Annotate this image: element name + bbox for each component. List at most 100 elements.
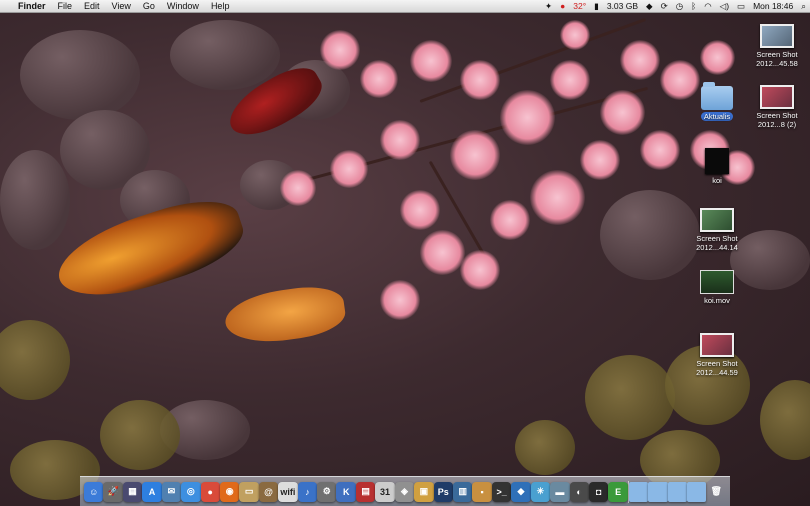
dock-contacts-icon[interactable]: @	[258, 481, 279, 502]
cherry-blossom	[360, 60, 398, 98]
lily-pad	[100, 400, 180, 470]
cherry-blossom	[580, 140, 620, 180]
lily-pad	[585, 355, 675, 440]
desktop-icon-screenshot-4[interactable]: Screen Shot 2012...44.59	[682, 333, 752, 377]
record-indicator-icon[interactable]: ●	[556, 0, 569, 12]
wifi-icon[interactable]: ◠	[700, 0, 715, 12]
menu-edit[interactable]: Edit	[78, 0, 106, 12]
dock-photo-booth-icon[interactable]: ▤	[355, 481, 376, 502]
dock-firefox-icon[interactable]: ◉	[219, 481, 240, 502]
menu-view[interactable]: View	[106, 0, 137, 12]
dock-photo-app-icon[interactable]: ◈	[394, 481, 415, 502]
dock-trash-icon[interactable]: 🗑	[706, 482, 725, 502]
screenshot-thumbnail-icon	[760, 24, 794, 48]
desktop-icon-koi-mov[interactable]: koi.mov	[682, 270, 752, 305]
dock-trash-app-icon[interactable]: ▬	[550, 481, 570, 502]
dock-screen-recorder-icon[interactable]: ◐	[569, 481, 589, 502]
cherry-blossom	[550, 60, 590, 100]
temperature-readout[interactable]: 32°	[569, 0, 590, 12]
spotlight-search-icon[interactable]: ⌕	[797, 0, 810, 12]
dock-archive-icon[interactable]: ▪	[472, 481, 492, 502]
dock-folder-app-icon[interactable]: ▣	[414, 481, 434, 502]
desktop-icon-label: Screen Shot 2012...45.58	[756, 50, 798, 68]
cherry-blossom	[450, 130, 500, 180]
lily-pad	[0, 320, 70, 400]
pond-stone	[0, 150, 70, 250]
time-machine-icon[interactable]: ◷	[672, 0, 687, 12]
bluetooth-icon[interactable]: ᛒ	[687, 0, 700, 12]
dock: ☺ 🚀 ▦ A ✉ ◎ ● ◉ ▭ @ wifi ♪ ⚙ K ▤ 31 ◈ ▣ Ps ▥ ▪ >_ ◆ ✳ ▬ ◐ ◘ E 🗑	[80, 476, 730, 506]
desktop-icon-screenshot-1[interactable]: Screen Shot 2012...45.58	[742, 24, 810, 68]
dock-dropbox-icon[interactable]: ◆	[511, 481, 531, 502]
screenshot-thumbnail-icon	[700, 208, 734, 232]
battery-icon[interactable]: ▭	[733, 0, 749, 12]
dock-app-store-icon[interactable]: A	[142, 481, 162, 502]
cherry-blossom	[490, 200, 530, 240]
cherry-blossom	[460, 250, 500, 290]
dock-chrome-icon[interactable]: ●	[200, 481, 220, 502]
menu-extra-icon[interactable]: ✦	[541, 0, 556, 12]
cherry-blossom	[700, 40, 735, 75]
desktop-icon-label: koi	[712, 176, 722, 185]
menu-help[interactable]: Help	[205, 0, 236, 12]
dock-safari-icon[interactable]: ◎	[181, 481, 201, 502]
dock-finder-icon[interactable]: ☺	[84, 481, 104, 502]
dock-preview-icon[interactable]: ▭	[239, 481, 259, 502]
movie-file-icon	[700, 270, 734, 294]
cherry-blossom	[620, 40, 660, 80]
memory-readout[interactable]: 3.03 GB	[603, 0, 642, 12]
cherry-blossom	[280, 170, 316, 206]
status-area: ✦ ● 32° ▮ 3.03 GB ◆ ⟳ ◷ ᛒ ◠ ◁) ▭ Mon 18:…	[541, 0, 810, 12]
menu-clock[interactable]: Mon 18:46	[749, 0, 797, 12]
dock-camera-icon[interactable]: ◘	[588, 481, 609, 502]
dock-virtual-machine-icon[interactable]: ▥	[453, 481, 473, 502]
menu-file[interactable]: File	[52, 0, 79, 12]
dock-terminal-icon[interactable]: >_	[491, 481, 512, 502]
desktop-icon-screenshot-2[interactable]: Screen Shot 2012...8 (2)	[742, 85, 810, 129]
cherry-blossom	[330, 150, 368, 188]
cherry-blossom	[560, 20, 590, 50]
cherry-blossom	[640, 130, 680, 170]
volume-icon[interactable]: ◁)	[716, 0, 733, 12]
cherry-blossom	[460, 60, 500, 100]
cherry-blossom	[530, 170, 585, 225]
dock-stack-4-icon[interactable]	[687, 481, 707, 502]
lily-pad	[515, 420, 575, 475]
dock-calendar-icon[interactable]: 31	[375, 481, 395, 502]
cherry-blossom	[380, 280, 420, 320]
menu-bar: Finder File Edit View Go Window Help ✦ ●…	[0, 0, 810, 13]
dock-system-preferences-icon[interactable]: ⚙	[317, 481, 337, 502]
memory-chip-icon[interactable]: ▮	[590, 0, 603, 12]
folder-icon	[701, 82, 733, 110]
dock-evernote-icon[interactable]: E	[608, 481, 628, 502]
cherry-blossom	[600, 90, 645, 135]
dock-launchpad-icon[interactable]: 🚀	[103, 481, 123, 502]
app-menu-finder[interactable]: Finder	[12, 0, 52, 12]
desktop-icon-label: koi.mov	[704, 296, 730, 305]
dock-itunes-icon[interactable]: ♪	[297, 481, 318, 502]
desktop-icon-screenshot-3[interactable]: Screen Shot 2012...44.14	[682, 208, 752, 252]
dock-documents-stack-icon[interactable]	[648, 481, 668, 502]
dock-snowflake-app-icon[interactable]: ✳	[530, 481, 551, 502]
desktop-icon-label: Aktualis	[700, 112, 734, 121]
dock-keynote-icon[interactable]: K	[336, 481, 356, 502]
desktop-icon-koi[interactable]: koi	[682, 148, 752, 185]
menu-go[interactable]: Go	[137, 0, 161, 12]
dock-mission-control-icon[interactable]: ▦	[122, 481, 143, 502]
pond-stone	[170, 20, 280, 90]
koi-fish	[222, 281, 348, 349]
sync-icon[interactable]: ⟳	[657, 0, 672, 12]
lily-pad	[760, 380, 810, 460]
desktop-icon-label: Screen Shot 2012...8 (2)	[756, 111, 798, 129]
cherry-blossom	[410, 40, 452, 82]
menu-window[interactable]: Window	[161, 0, 205, 12]
dropbox-status-icon[interactable]: ◆	[642, 0, 657, 12]
dock-downloads-stack-icon[interactable]	[667, 481, 688, 502]
desktop-icon-folder-aktualis[interactable]: Aktualis	[682, 82, 752, 121]
dock-applications-stack-icon[interactable]	[628, 481, 649, 502]
dock-photoshop-icon[interactable]: Ps	[433, 481, 454, 502]
cherry-blossom	[500, 90, 555, 145]
cherry-blossom	[420, 230, 465, 275]
dock-wifi-tool-icon[interactable]: wifi	[278, 481, 298, 502]
dock-mail-icon[interactable]: ✉	[161, 481, 182, 502]
